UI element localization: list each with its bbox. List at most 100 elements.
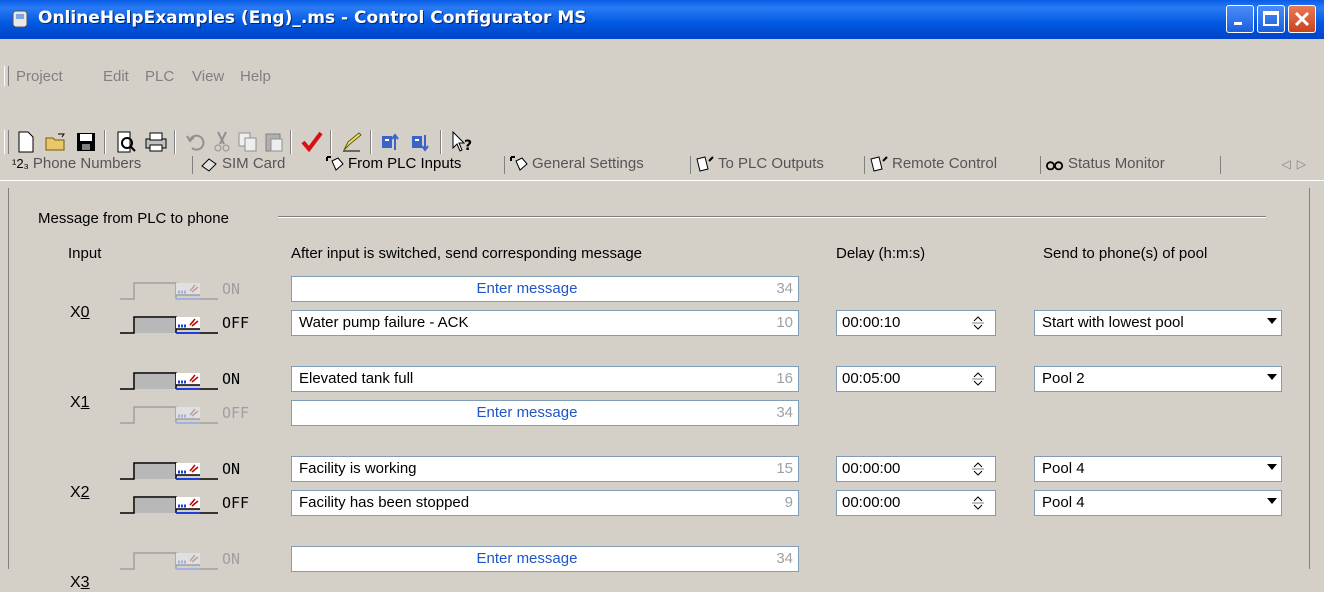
output-arrow-icon	[696, 155, 714, 172]
delay-spinner[interactable]: 00:00:00	[836, 456, 996, 482]
message-field[interactable]: Elevated tank full 16	[291, 366, 799, 392]
message-field[interactable]: Enter message 34	[291, 276, 799, 302]
tab-remote-control[interactable]: Remote Control	[870, 155, 997, 172]
pool-value: Pool 2	[1042, 370, 1085, 387]
tab-label: General Settings	[532, 155, 644, 172]
message-field[interactable]: Enter message 34	[291, 400, 799, 426]
menu-grip[interactable]	[4, 66, 9, 86]
sim-card-icon	[201, 157, 217, 172]
input-switch[interactable]: OFF	[120, 313, 250, 335]
delay-value: 00:00:10	[842, 314, 901, 331]
message-field[interactable]: Facility has been stopped 9	[291, 490, 799, 516]
spinner-arrows-icon[interactable]	[971, 459, 985, 479]
character-count: 34	[776, 280, 793, 297]
menu-help[interactable]: Help	[240, 68, 271, 85]
pool-dropdown[interactable]: Start with lowest pool	[1034, 310, 1282, 336]
pool-value: Pool 4	[1042, 460, 1085, 477]
remote-arrow-icon	[870, 155, 888, 172]
character-count: 15	[776, 460, 793, 477]
switch-state-label: OFF	[222, 404, 250, 422]
spinner-arrows-icon[interactable]	[971, 493, 985, 513]
message-field[interactable]: Enter message 34	[291, 546, 799, 572]
character-count: 10	[776, 314, 793, 331]
settings-arrow-icon	[510, 155, 528, 171]
menu-edit[interactable]: Edit	[103, 68, 129, 85]
input-letter: X	[70, 304, 81, 321]
character-count: 9	[784, 494, 793, 511]
input-letter: X	[70, 394, 81, 411]
numbers-icon: ¹2₃	[12, 156, 29, 171]
tab-scroll-arrows[interactable]: ◁▷	[1282, 157, 1312, 171]
title-bar[interactable]: OnlineHelpExamples (Eng)_.ms - Control C…	[0, 0, 1324, 39]
chevron-down-icon[interactable]	[1267, 318, 1277, 324]
input-switch[interactable]: ON	[120, 279, 248, 301]
glasses-icon	[1046, 160, 1064, 170]
tab-to-plc-outputs[interactable]: To PLC Outputs	[696, 155, 824, 172]
switch-state-label: ON	[222, 460, 241, 478]
switch-state-label: OFF	[222, 314, 250, 332]
window-title: OnlineHelpExamples (Eng)_.ms - Control C…	[38, 8, 587, 28]
pool-dropdown[interactable]: Pool 2	[1034, 366, 1282, 392]
spinner-arrows-icon[interactable]	[971, 313, 985, 333]
input-switch[interactable]: OFF	[120, 493, 249, 515]
switch-state-label: ON	[222, 280, 241, 298]
minimize-button[interactable]	[1226, 5, 1254, 33]
input-digit: 3	[80, 574, 90, 591]
close-icon	[1294, 11, 1310, 27]
input-label-x3: X3	[70, 574, 90, 592]
menu-view[interactable]: View	[192, 68, 224, 85]
maximize-button[interactable]	[1257, 5, 1285, 33]
header-message: After input is switched, send correspond…	[291, 245, 643, 262]
tab-label: From PLC Inputs	[348, 155, 462, 172]
character-count: 34	[776, 404, 793, 421]
message-text: Facility has been stopped	[299, 494, 470, 511]
close-button[interactable]	[1288, 5, 1316, 33]
input-arrow-icon	[326, 155, 344, 171]
input-label-x0: X0	[70, 304, 90, 322]
input-switch[interactable]: ON	[120, 459, 248, 481]
chevron-down-icon[interactable]	[1267, 498, 1277, 504]
input-letter: X	[70, 574, 81, 591]
phone-app-icon	[12, 10, 28, 28]
delay-spinner[interactable]: 00:05:00	[836, 366, 996, 392]
message-field[interactable]: Facility is working 15	[291, 456, 799, 482]
pool-dropdown[interactable]: Pool 4	[1034, 456, 1282, 482]
input-switch[interactable]: ON	[120, 369, 248, 391]
chevron-down-icon[interactable]	[1267, 464, 1277, 470]
tab-from-plc-inputs[interactable]: From PLC Inputs	[326, 155, 461, 172]
tab-phone-numbers[interactable]: ¹2₃ Phone Numbers	[12, 155, 141, 172]
input-label-x1: X1	[70, 394, 90, 412]
tab-label: Phone Numbers	[32, 155, 142, 172]
minimize-icon	[1234, 22, 1242, 25]
tab-label: SIM Card	[222, 155, 286, 172]
delay-spinner[interactable]: 00:00:00	[836, 490, 996, 516]
tab-label: Status Monitor	[1068, 155, 1165, 172]
message-text: Enter message	[476, 550, 578, 567]
tab-sim-card[interactable]: SIM Card	[200, 155, 285, 172]
tab-separator	[192, 156, 193, 174]
switch-state-label: ON	[222, 550, 241, 568]
input-switch[interactable]: OFF	[120, 403, 250, 425]
delay-spinner[interactable]: 00:00:10	[836, 310, 996, 336]
character-count: 16	[776, 370, 793, 387]
switch-state-label: ON	[222, 370, 241, 388]
message-text: Elevated tank full	[299, 370, 414, 387]
input-digit: 2	[80, 484, 90, 501]
spinner-arrows-icon[interactable]	[971, 369, 985, 389]
input-switch[interactable]: ON	[120, 549, 248, 571]
tab-label: To PLC Outputs	[718, 155, 824, 172]
menu-project[interactable]: Project	[16, 68, 63, 85]
chevron-down-icon[interactable]	[1267, 374, 1277, 380]
character-count: 34	[776, 550, 793, 567]
pool-value: Pool 4	[1042, 494, 1085, 511]
tab-general-settings[interactable]: General Settings	[510, 155, 644, 172]
menu-plc[interactable]: PLC	[145, 68, 174, 85]
tab-separator	[504, 156, 505, 174]
message-field[interactable]: Water pump failure - ACK 10	[291, 310, 799, 336]
tab-separator	[690, 156, 691, 174]
pool-dropdown[interactable]: Pool 4	[1034, 490, 1282, 516]
tab-separator	[1040, 156, 1041, 174]
input-letter: X	[70, 484, 81, 501]
tab-separator	[1220, 156, 1221, 174]
tab-status-monitor[interactable]: Status Monitor	[1046, 155, 1165, 172]
